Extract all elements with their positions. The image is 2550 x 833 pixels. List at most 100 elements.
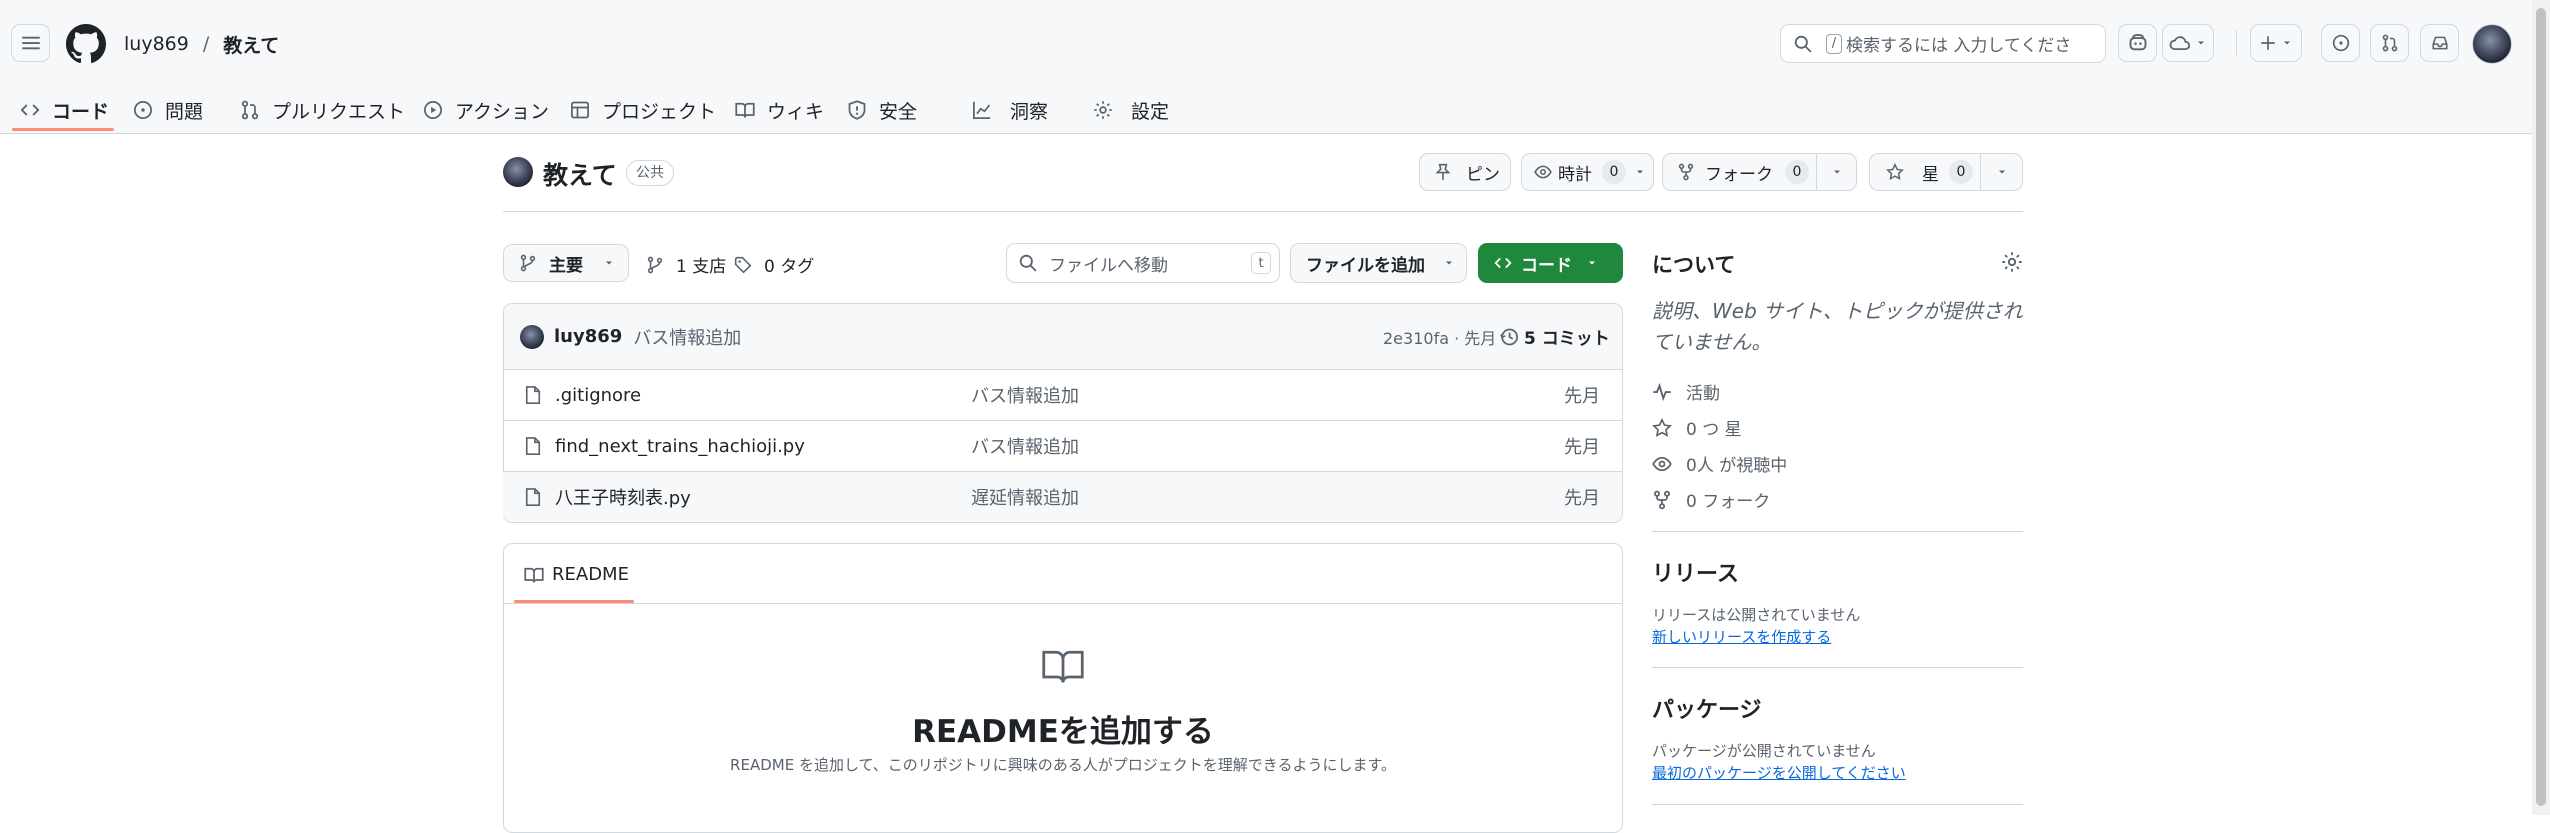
copilot-dropdown-button[interactable] <box>2162 24 2214 62</box>
search-icon <box>1794 35 1812 53</box>
fork-dropdown-button[interactable] <box>1816 153 1857 191</box>
readme-tab-label: README <box>552 564 629 585</box>
visibility-badge: 公共 <box>626 160 674 186</box>
history-icon <box>1500 328 1518 345</box>
file-commit-time: 先月 <box>1564 386 1600 407</box>
readme-tab[interactable]: README <box>524 564 629 585</box>
tab-pull-requests[interactable]: プルリクエスト <box>240 86 405 134</box>
chevron-down-icon <box>2284 41 2290 45</box>
activity-label: 活動 <box>1686 384 1720 404</box>
forks-link[interactable]: 0 フォーク <box>1652 487 1770 512</box>
copilot-icon <box>2129 33 2146 51</box>
tab-label: アクション <box>455 100 550 123</box>
star-dropdown-button[interactable] <box>1980 153 2023 191</box>
stars-label: 0 つ 星 <box>1686 420 1742 440</box>
goto-file-input[interactable]: ファイルへ移動 t <box>1006 243 1280 283</box>
commit-author[interactable]: luy869 <box>554 326 622 347</box>
tag-icon <box>734 256 752 273</box>
tab-label: 洞察 <box>1010 100 1049 123</box>
repo-title[interactable]: 教えて <box>543 156 617 192</box>
play-icon <box>424 101 442 119</box>
file-name[interactable]: .gitignore <box>555 385 641 406</box>
tab-code[interactable]: コード <box>20 86 109 134</box>
tab-label: プルリクエスト <box>272 100 406 123</box>
plus-icon <box>2261 36 2275 50</box>
watching-link[interactable]: 0人 が視聴中 <box>1652 451 1787 476</box>
chevron-down-icon <box>606 261 612 265</box>
commit-author-avatar[interactable] <box>520 324 544 349</box>
breadcrumb-owner-link[interactable]: luy869 <box>124 33 189 55</box>
file-name[interactable]: 八王子時刻表.py <box>555 484 691 510</box>
tab-label: ウィキ <box>767 100 825 123</box>
branch-select-button[interactable]: 主要 <box>503 244 629 282</box>
stars-link[interactable]: 0 つ 星 <box>1652 415 1742 440</box>
file-name[interactable]: find_next_trains_hachioji.py <box>555 436 805 457</box>
inbox-icon <box>2431 36 2448 50</box>
star-button[interactable]: 星 0 <box>1869 153 1981 191</box>
github-logo-icon[interactable] <box>66 24 106 64</box>
star-icon <box>1652 417 1672 437</box>
tab-label: コード <box>52 100 110 123</box>
tab-actions[interactable]: アクション <box>423 86 549 134</box>
branch-icon <box>520 254 536 272</box>
scrollbar-track[interactable] <box>2532 0 2550 815</box>
watch-button[interactable]: 時計 0 <box>1521 153 1654 191</box>
tab-settings[interactable]: 設定 <box>1093 86 1169 134</box>
activity-link[interactable]: 活動 <box>1652 379 1720 404</box>
code-button-label: コード <box>1521 255 1572 276</box>
issues-button[interactable] <box>2321 24 2360 62</box>
pull-requests-button[interactable] <box>2370 24 2409 62</box>
releases-heading[interactable]: リリース <box>1652 556 1739 588</box>
tab-label: 設定 <box>1131 100 1170 123</box>
tab-issues[interactable]: 問題 <box>133 86 203 134</box>
sidebar-divider <box>1652 531 2023 532</box>
branches-link[interactable]: 1 支店 <box>646 252 726 277</box>
commits-history-link[interactable]: 5 コミット <box>1499 324 1610 349</box>
book-icon <box>524 567 544 583</box>
repo-header-divider <box>503 211 2023 212</box>
tags-link[interactable]: 0 タグ <box>734 252 814 277</box>
file-commit-time: 先月 <box>1564 437 1600 458</box>
file-commit-message[interactable]: バス情報追加 <box>971 433 1079 459</box>
about-heading: について <box>1652 253 1736 277</box>
user-avatar[interactable] <box>2472 24 2512 64</box>
add-file-label: ファイルを追加 <box>1306 255 1425 276</box>
tab-security[interactable]: 安全 <box>847 86 917 134</box>
file-row[interactable]: .gitignore バス情報追加 先月 <box>503 369 1622 420</box>
search-box[interactable]: / 検索するには 入力してくださ <box>1780 24 2106 63</box>
book-icon <box>1042 650 1084 683</box>
code-button[interactable]: コード <box>1478 243 1623 283</box>
file-commit-message[interactable]: 遅延情報追加 <box>971 484 1079 510</box>
star-icon <box>1886 163 1904 181</box>
gear-icon[interactable] <box>2001 251 2023 273</box>
add-file-button[interactable]: ファイルを追加 <box>1290 243 1467 283</box>
pin-button[interactable]: ピン <box>1419 153 1511 191</box>
breadcrumb-repo-link[interactable]: 教えて <box>223 31 279 58</box>
tab-wiki[interactable]: ウィキ <box>735 86 824 134</box>
fork-button[interactable]: フォーク 0 <box>1662 153 1817 191</box>
packages-heading[interactable]: パッケージ <box>1652 692 1762 724</box>
file-commit-time: 先月 <box>1564 488 1600 509</box>
commit-hash-time[interactable]: 2e310fa · 先月 <box>1383 325 1496 349</box>
graph-icon <box>973 101 991 119</box>
inbox-button[interactable] <box>2420 24 2459 62</box>
copilot-button[interactable] <box>2118 24 2157 62</box>
fork-icon <box>1678 163 1694 181</box>
tab-projects[interactable]: プロジェクト <box>570 86 716 134</box>
goto-file-placeholder: ファイルへ移動 <box>1049 255 1168 276</box>
publish-package-link[interactable]: 最初のパッケージを公開してください <box>1652 762 1906 783</box>
hamburger-menu-button[interactable] <box>11 24 50 62</box>
tab-insights[interactable]: 洞察 <box>972 86 1048 134</box>
breadcrumb-separator: / <box>202 33 210 55</box>
file-row[interactable]: 八王子時刻表.py 遅延情報追加 先月 <box>503 471 1622 522</box>
branch-name: 主要 <box>549 255 583 276</box>
create-release-link[interactable]: 新しいリリースを作成する <box>1652 626 1831 647</box>
cloud-icon <box>2169 36 2191 51</box>
watch-count: 0 <box>1602 160 1626 184</box>
file-row[interactable]: find_next_trains_hachioji.py バス情報追加 先月 <box>503 420 1622 471</box>
pulse-icon <box>1653 382 1671 401</box>
scrollbar-thumb[interactable] <box>2536 8 2546 806</box>
commit-message[interactable]: バス情報追加 <box>633 324 741 350</box>
create-new-button[interactable] <box>2250 24 2302 62</box>
file-commit-message[interactable]: バス情報追加 <box>971 382 1079 408</box>
